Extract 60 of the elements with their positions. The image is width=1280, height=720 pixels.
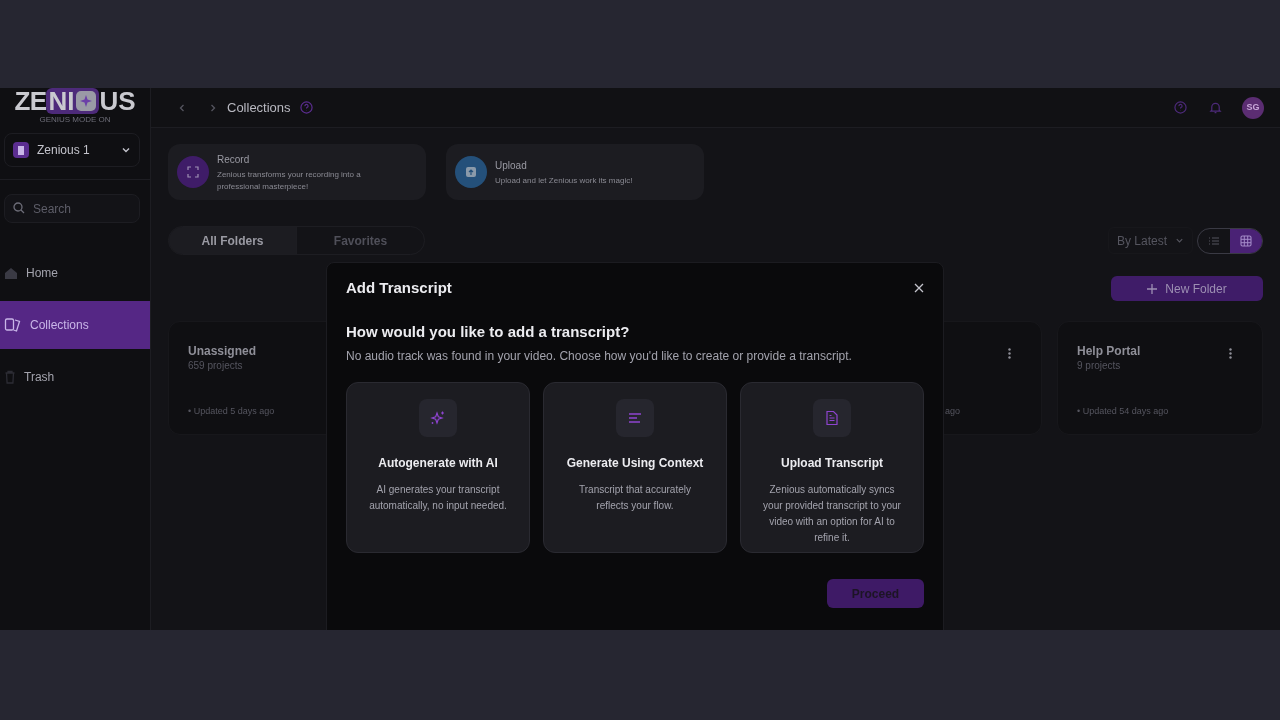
project-count: 659 projects xyxy=(188,359,243,373)
option-description: Zenious automatically syncs your provided transcript to your video with an option for AI to refine it. xyxy=(762,483,902,545)
house-icon xyxy=(4,266,18,280)
list-icon xyxy=(1208,234,1220,247)
text-lines-icon xyxy=(616,399,654,437)
dialog-title: Add Transcript xyxy=(346,278,452,298)
sparkle-icon xyxy=(75,90,98,112)
cards-icon xyxy=(4,317,22,333)
grid-icon xyxy=(1240,234,1252,247)
action-description: Zenious transforms your recording into a professional masterpiece! xyxy=(217,168,362,193)
folder-name: Help Portal xyxy=(1077,343,1141,360)
bell-icon[interactable] xyxy=(1209,101,1222,114)
search-icon xyxy=(13,202,25,214)
action-title: Upload xyxy=(495,158,528,173)
updated-time: • Updated 54 days ago xyxy=(1077,405,1169,418)
logo: ZENI US xyxy=(14,88,136,114)
trash-icon xyxy=(4,370,16,384)
updated-time: • Updated 5 days ago xyxy=(188,405,275,418)
updated-time: ago xyxy=(945,405,961,418)
building-icon xyxy=(13,142,29,158)
close-icon[interactable] xyxy=(914,283,924,294)
help-icon[interactable] xyxy=(299,101,313,114)
more-options-icon[interactable] xyxy=(1229,348,1232,359)
action-description: Upload and let Zenious work its magic! xyxy=(495,174,633,187)
option-title: Upload Transcript xyxy=(781,455,883,472)
option-title: Generate Using Context xyxy=(566,455,704,472)
project-count: 9 projects xyxy=(1077,359,1121,373)
sparkles-icon xyxy=(419,399,457,437)
action-card[interactable]: Record Zenious transforms your recording into a professional masterpiece! xyxy=(168,144,426,200)
logo-tagline: GENIUS MODE ON xyxy=(39,116,111,124)
option-card[interactable]: Generate Using Context Transcript that accurately reflects your flow. xyxy=(543,382,727,553)
upload-icon xyxy=(455,156,487,188)
plus-icon xyxy=(1147,283,1158,294)
option-title: Autogenerate with AI xyxy=(378,455,498,472)
nav-item[interactable]: Trash xyxy=(0,353,150,401)
nav-item[interactable]: Collections xyxy=(0,301,150,349)
new-folder-button[interactable]: New Folder xyxy=(1111,276,1263,301)
option-description: AI generates your transcript automatically, no input needed. xyxy=(368,483,508,513)
chevron-down-icon xyxy=(121,145,131,155)
forward-icon[interactable] xyxy=(208,102,218,113)
folder-card[interactable]: Help Portal 9 projects • Updated 54 days ago xyxy=(1057,321,1263,435)
user-avatar[interactable]: SG xyxy=(1242,96,1264,119)
option-description: Transcript that accurately reflects your flow. xyxy=(578,483,692,513)
record-icon xyxy=(177,156,209,188)
folder-name: Unassigned xyxy=(188,343,256,360)
back-icon[interactable] xyxy=(177,102,187,113)
action-card[interactable]: Upload Upload and let Zenious work its magic! xyxy=(446,144,704,200)
help-icon[interactable] xyxy=(1174,101,1187,114)
nav-item[interactable]: Home xyxy=(0,249,150,297)
grid-view-button[interactable] xyxy=(1230,228,1262,253)
tab[interactable]: All Folders xyxy=(169,227,296,254)
option-card[interactable]: Upload Transcript Zenious automatically syncs your provided transcript to your video with an option for AI to refine it. xyxy=(740,382,924,553)
option-card[interactable]: Autogenerate with AI AI generates your transcript automatically, no input needed. xyxy=(346,382,530,553)
document-icon xyxy=(813,399,851,437)
chevron-down-icon xyxy=(1175,236,1184,245)
workspace-selector[interactable]: Zenious 1 xyxy=(4,133,140,167)
more-options-icon[interactable] xyxy=(1008,348,1011,359)
page-title: Collections xyxy=(227,98,291,117)
action-title: Record xyxy=(217,152,251,167)
search-field[interactable]: Search xyxy=(4,194,140,223)
